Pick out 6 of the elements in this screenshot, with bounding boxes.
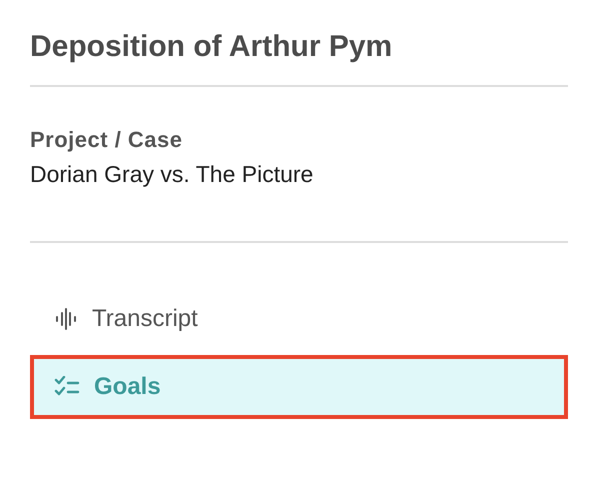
page-title: Deposition of Arthur Pym: [30, 0, 568, 87]
waveform-icon: [54, 307, 78, 331]
nav-item[interactable]: Transcript: [30, 287, 568, 351]
field-label: Project / Case: [30, 127, 184, 153]
checklist-icon: [54, 376, 80, 398]
field-value: Dorian Gray vs. The Picture: [30, 161, 314, 188]
